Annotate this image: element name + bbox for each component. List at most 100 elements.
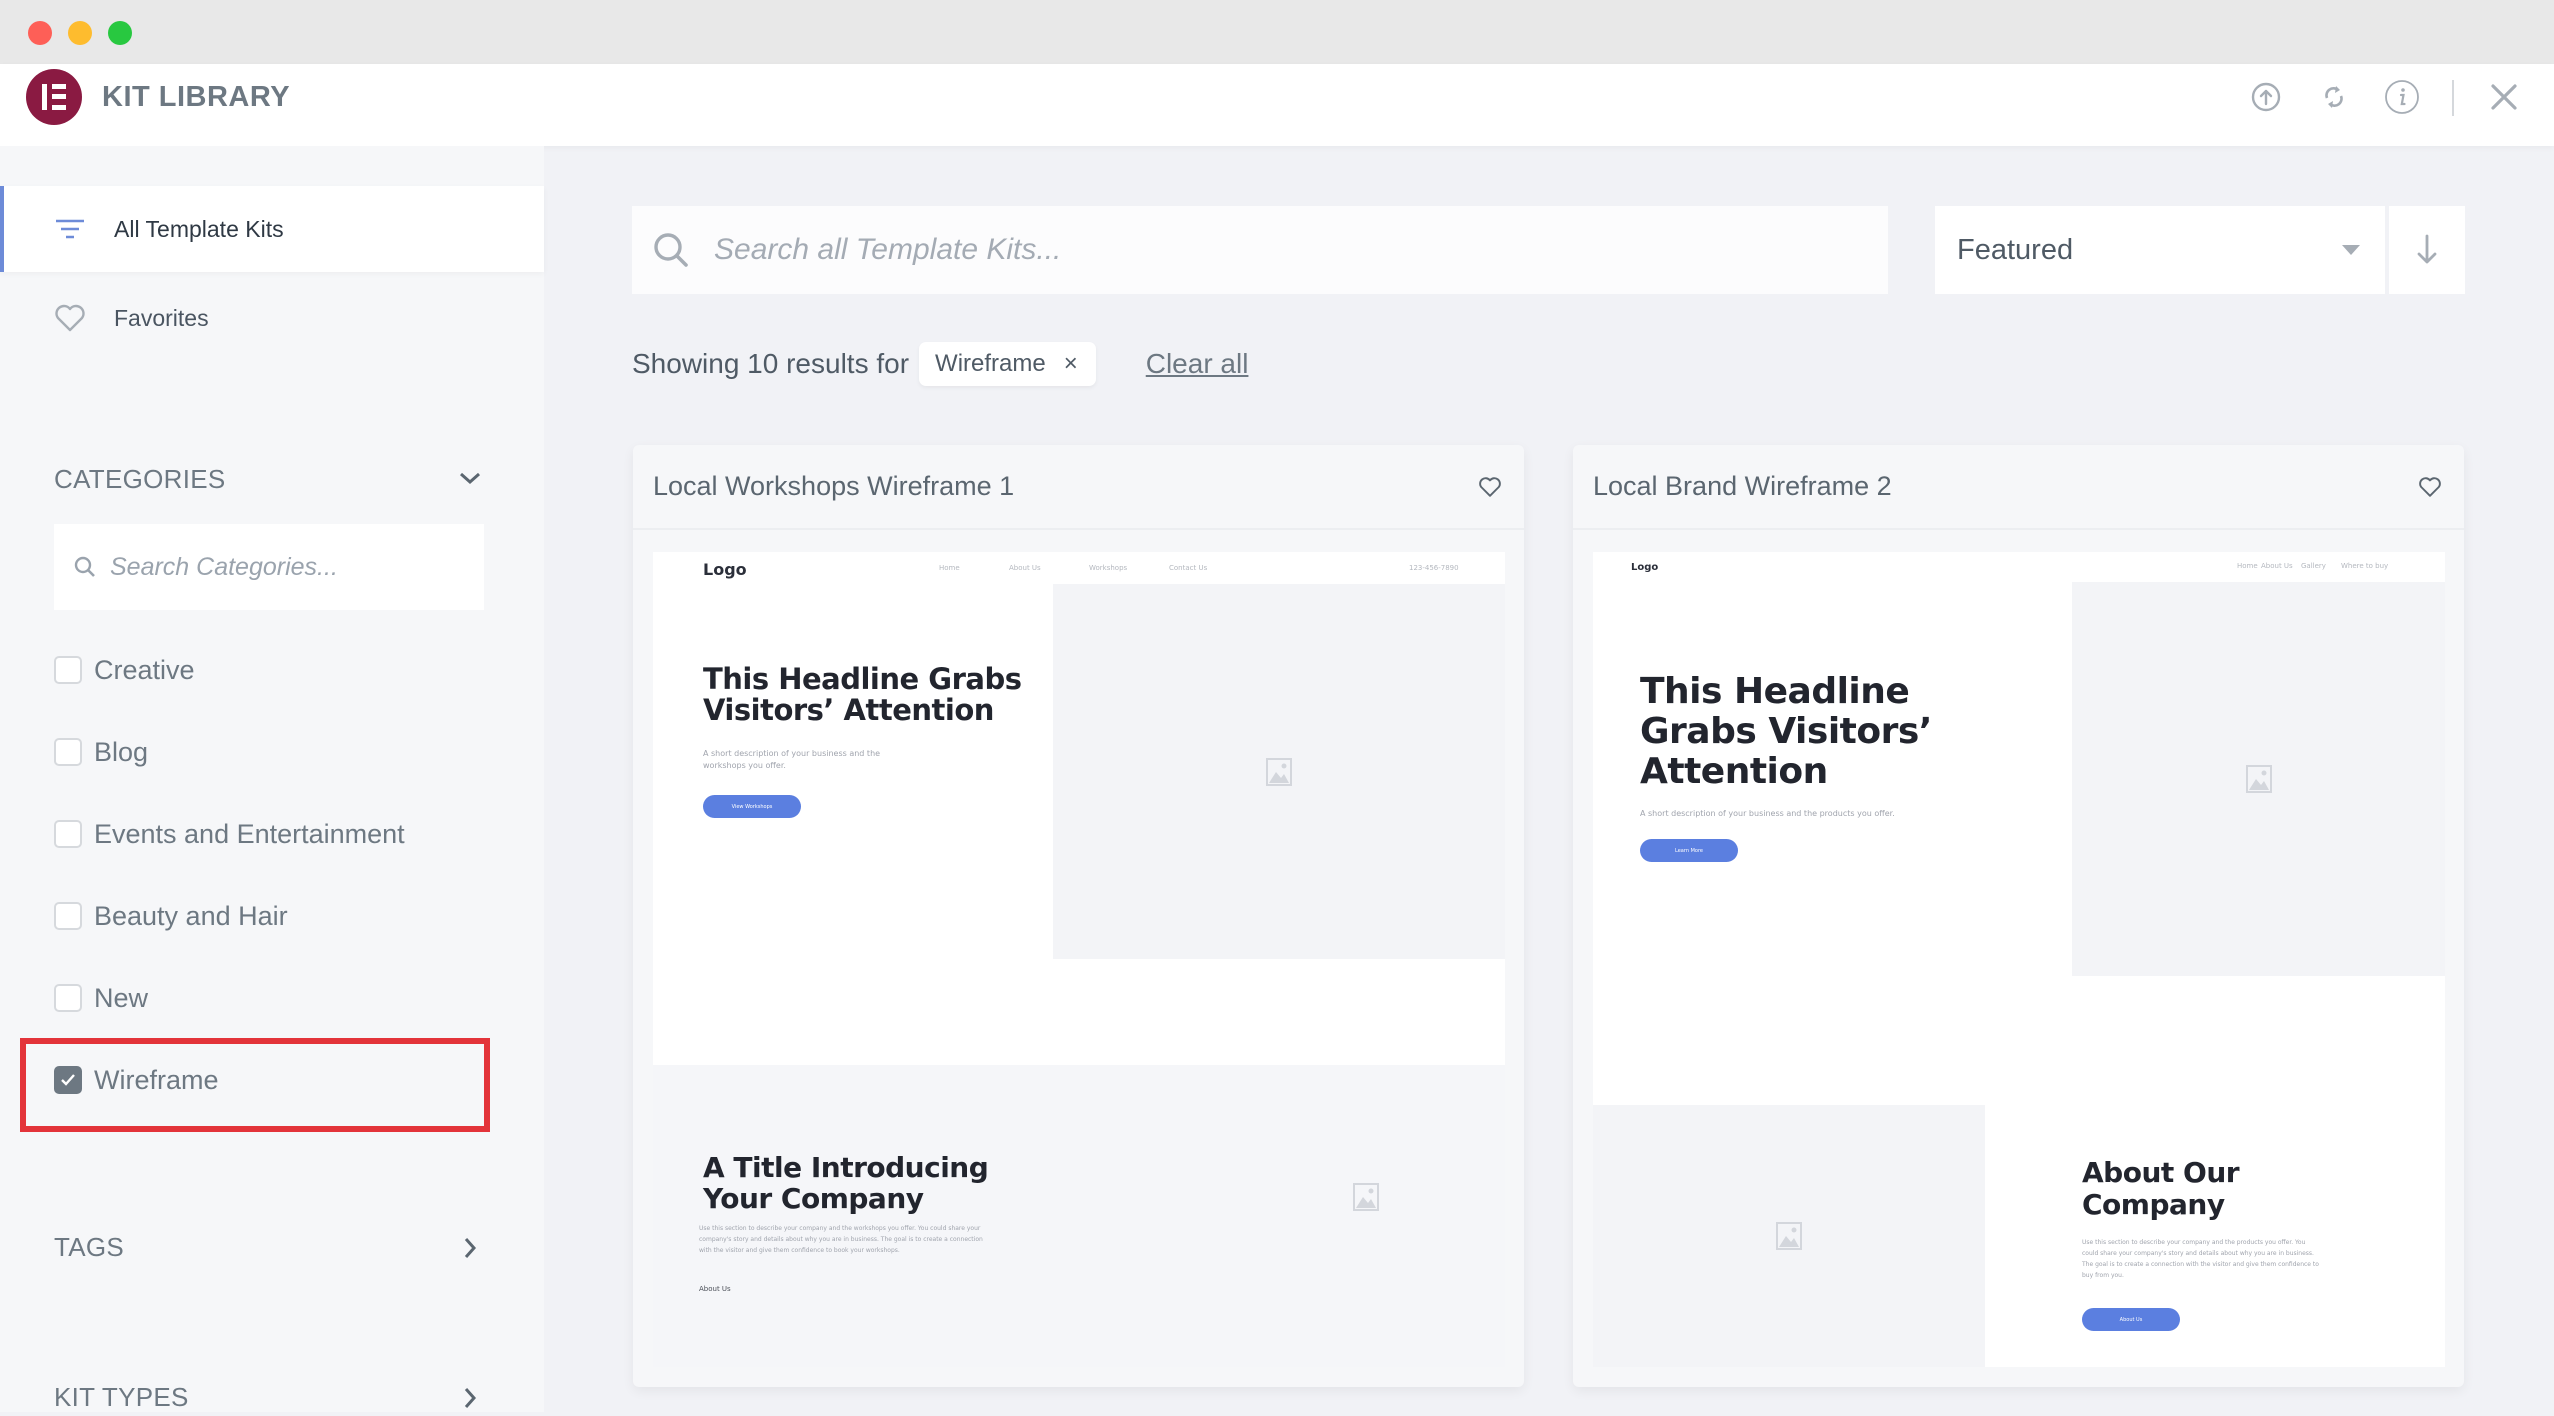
kit-card-header: Local Brand Wireframe 2 <box>1573 445 2464 530</box>
search-icon <box>654 233 688 267</box>
chevron-right-icon <box>464 1388 477 1408</box>
image-placeholder-icon <box>2245 765 2272 793</box>
elementor-logo-icon <box>26 69 82 125</box>
preview-nav-item: Home <box>2237 562 2258 570</box>
preview-logo: Logo <box>703 560 747 579</box>
sort-select[interactable]: Featured <box>1935 206 2385 294</box>
category-label: Creative <box>94 654 195 685</box>
preview-description: A short description of your business and… <box>703 749 881 770</box>
preview-section-text: Use this section to describe your compan… <box>2082 1239 2319 1279</box>
preview-headline: This Headline Grabs Visitors’ Attention <box>703 662 1022 727</box>
category-label: Events and Entertainment <box>94 818 405 849</box>
preview-nav-item: About Us <box>1009 564 1041 572</box>
kit-card[interactable]: Local Workshops Wireframe 1 Logo Home Ab… <box>633 445 1524 1387</box>
info-button[interactable] <box>2382 77 2422 117</box>
category-label: Wireframe <box>94 1064 219 1095</box>
heart-icon <box>50 303 90 333</box>
sort-selected-value: Featured <box>1957 233 2074 266</box>
window-zoom-button[interactable] <box>108 21 132 45</box>
sidebar-item-label: All Template Kits <box>114 215 284 242</box>
preview-section-title: A Title Introducing Your Company <box>703 1151 989 1215</box>
refresh-icon <box>2325 86 2343 108</box>
tags-toggle[interactable] <box>452 1230 488 1266</box>
image-placeholder-icon <box>1353 1183 1379 1211</box>
close-library-button[interactable] <box>2484 77 2524 117</box>
favorite-button[interactable] <box>1472 469 1508 505</box>
kit-card[interactable]: Local Brand Wireframe 2 Logo Home About … <box>1573 445 2464 1387</box>
category-label: New <box>94 982 149 1013</box>
results-text: Showing 10 results for <box>632 348 910 379</box>
upload-circle-icon <box>2251 82 2281 112</box>
filter-chip-wireframe: Wireframe × <box>919 342 1096 386</box>
preview-nav-item: Where to buy <box>2341 562 2389 570</box>
filter-lines-icon <box>50 219 90 239</box>
sort-divider <box>2385 206 2389 294</box>
category-checkbox-blog[interactable]: Blog <box>54 732 148 772</box>
preview-nav-item: Workshops <box>1089 564 1128 572</box>
preview-button: Learn More <box>1640 839 1738 862</box>
clear-all-link[interactable]: Clear all <box>1146 348 1249 380</box>
filter-chip-label: Wireframe <box>935 350 1046 377</box>
import-kit-button[interactable] <box>2246 77 2286 117</box>
preview-hero-image <box>1053 584 1505 959</box>
checkbox[interactable] <box>54 820 82 848</box>
categories-toggle[interactable] <box>452 460 488 496</box>
chevron-down-icon <box>460 472 480 485</box>
preview-nav-item: Contact Us <box>1169 564 1208 572</box>
header-divider <box>2452 80 2454 116</box>
image-placeholder-icon <box>1266 757 1292 786</box>
remove-filter-icon[interactable]: × <box>1064 350 1078 378</box>
image-placeholder-icon <box>1776 1222 1802 1250</box>
app-header: KIT LIBRARY <box>0 64 2554 146</box>
caret-down-icon <box>2342 245 2360 255</box>
checkbox[interactable] <box>54 984 82 1012</box>
kit-types-toggle[interactable] <box>452 1380 488 1416</box>
kit-preview-image[interactable]: Logo Home About Us Gallery Where to buy … <box>1593 552 2445 1367</box>
category-label: Beauty and Hair <box>94 900 288 931</box>
kit-types-title: KIT TYPES <box>54 1382 189 1412</box>
kit-search-field[interactable] <box>632 206 1888 294</box>
sort-direction-button[interactable] <box>2389 206 2465 294</box>
results-summary: Showing 10 results for Wireframe × Clear… <box>632 342 1248 386</box>
checkbox[interactable] <box>54 902 82 930</box>
checkbox[interactable] <box>54 656 82 684</box>
preview-phone: 123-456-7890 <box>1409 564 1459 572</box>
checkbox-checked[interactable] <box>54 1066 82 1094</box>
preview-about-image <box>1593 1105 1985 1367</box>
category-checkbox-events[interactable]: Events and Entertainment <box>54 814 405 854</box>
heart-icon <box>1479 476 1501 497</box>
preview-nav-item: Gallery <box>2301 562 2326 570</box>
preview-nav-item: Home <box>939 564 960 572</box>
window-titlebar <box>0 0 2554 64</box>
arrow-down-icon <box>2417 234 2437 264</box>
preview-button: View Workshops <box>703 795 801 818</box>
category-checkbox-wireframe[interactable]: Wireframe <box>54 1060 219 1100</box>
kit-search-input[interactable] <box>714 233 1814 267</box>
tags-title: TAGS <box>54 1232 125 1262</box>
category-search-field[interactable] <box>54 524 484 610</box>
checkmark-icon <box>61 1074 75 1086</box>
sidebar-item-favorites[interactable]: Favorites <box>0 275 544 361</box>
category-checkbox-beauty[interactable]: Beauty and Hair <box>54 896 288 936</box>
sidebar-item-all-template-kits[interactable]: All Template Kits <box>0 186 544 272</box>
sidebar: All Template Kits Favorites CATEGORIES C… <box>0 146 544 1412</box>
preview-section-text: Use this section to describe your compan… <box>699 1225 983 1254</box>
window-close-button[interactable] <box>28 21 52 45</box>
category-checkbox-creative[interactable]: Creative <box>54 650 195 690</box>
sidebar-item-label: Favorites <box>114 304 209 331</box>
favorite-button[interactable] <box>2412 469 2448 505</box>
sync-button[interactable] <box>2314 77 2354 117</box>
preview-about-section: A Title Introducing Your Company Use thi… <box>653 1065 1505 1367</box>
category-checkbox-new[interactable]: New <box>54 978 148 1018</box>
info-icon <box>2385 80 2419 114</box>
categories-title: CATEGORIES <box>54 464 226 494</box>
category-search-input[interactable] <box>110 552 440 582</box>
heart-icon <box>2419 476 2441 497</box>
close-icon <box>2491 84 2517 110</box>
preview-section-title: About Our Company <box>2082 1156 2240 1221</box>
checkbox[interactable] <box>54 738 82 766</box>
app-title: KIT LIBRARY <box>102 81 291 113</box>
kit-preview-image[interactable]: Logo Home About Us Workshops Contact Us … <box>653 552 1505 1367</box>
kit-card-title: Local Brand Wireframe 2 <box>1593 471 1892 501</box>
window-minimize-button[interactable] <box>68 21 92 45</box>
